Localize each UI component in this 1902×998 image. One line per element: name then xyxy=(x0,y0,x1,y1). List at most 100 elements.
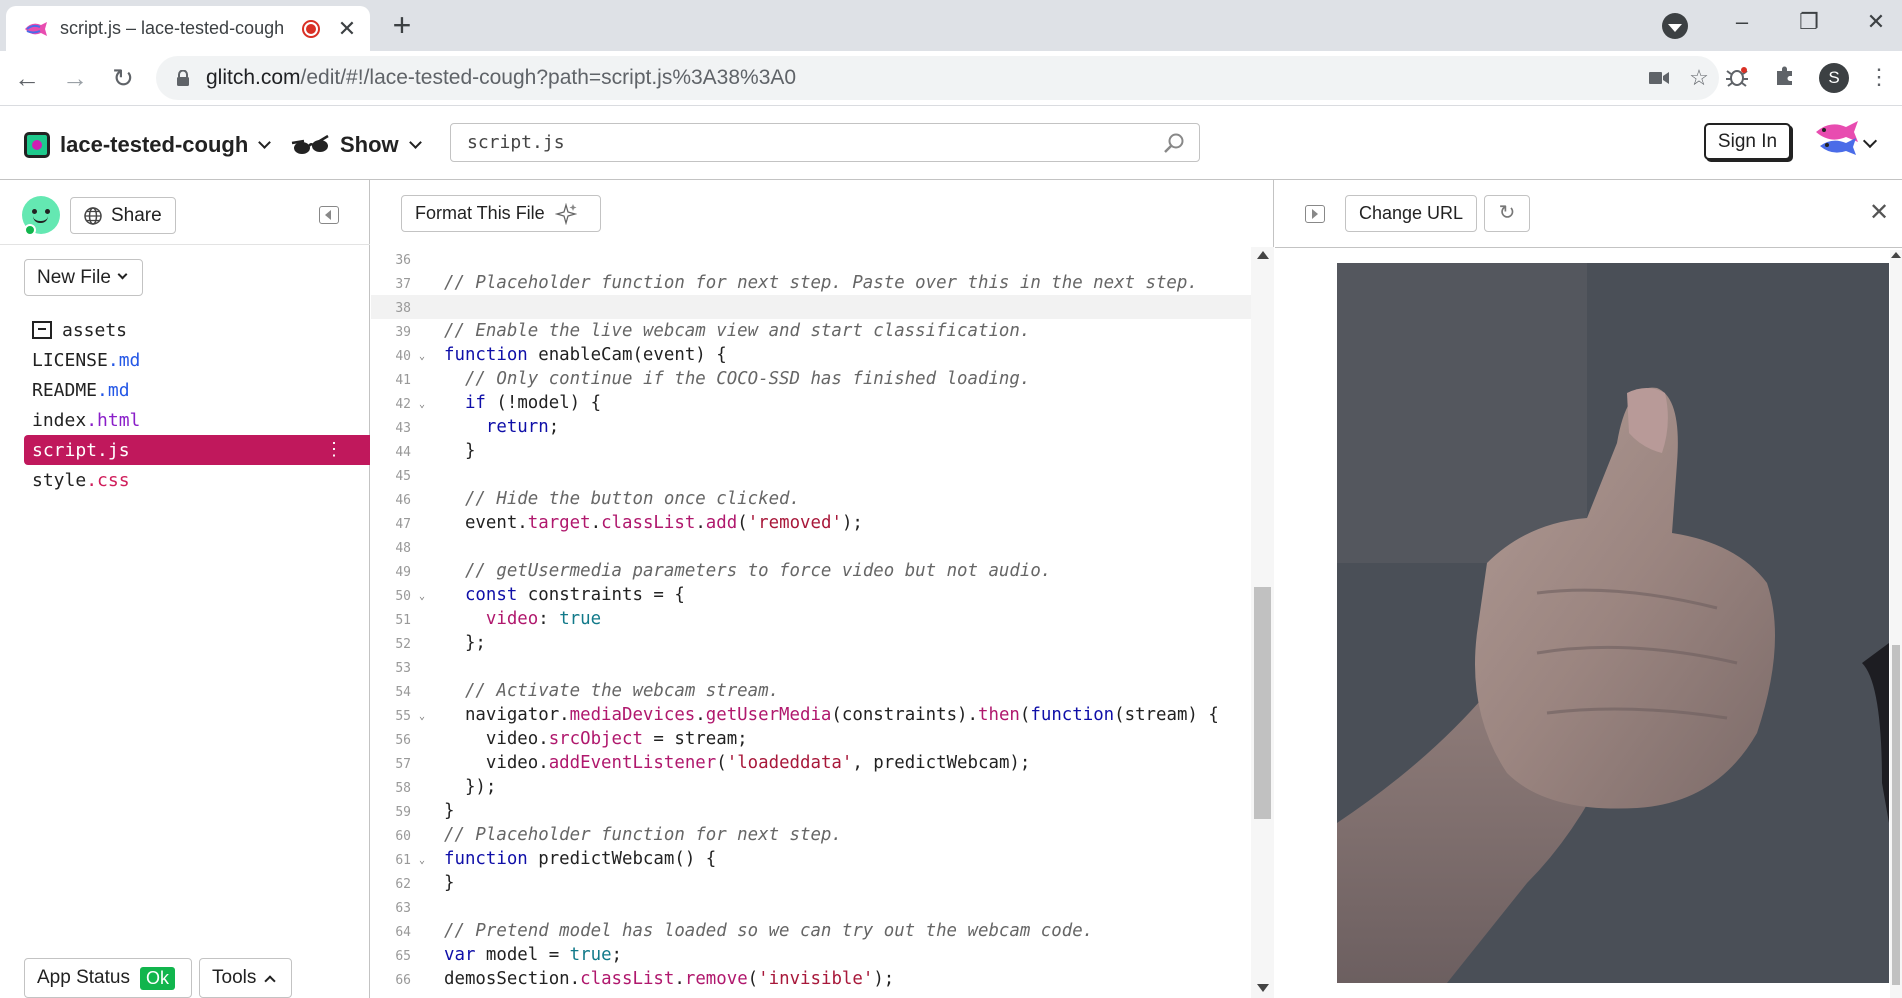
browser-menu-icon[interactable]: ⋮ xyxy=(1868,64,1890,90)
code-area[interactable]: 36 37 // Placeholder function for next ste… xyxy=(371,247,1251,998)
editor-scrollbar[interactable] xyxy=(1251,247,1274,998)
fold-chevron-icon[interactable]: ⌄ xyxy=(419,849,425,873)
code-line[interactable]: 39 // Enable the live webcam view and sta… xyxy=(371,319,1251,343)
address-bar[interactable]: glitch.com/edit/#!/lace-tested-cough?pat… xyxy=(156,56,1719,100)
code-line[interactable]: 48 xyxy=(371,535,1251,559)
bug-extension-icon[interactable] xyxy=(1722,64,1752,94)
file-item-assets[interactable]: assets xyxy=(24,315,370,345)
code-line[interactable]: 42 ⌄ if (!model) { xyxy=(371,391,1251,415)
code-line[interactable]: 38 xyxy=(371,295,1251,319)
code-line[interactable]: 66 demosSection.classList.remove('invisib… xyxy=(371,967,1251,991)
share-button[interactable]: Share xyxy=(70,197,176,234)
glitch-fish-logo-icon[interactable] xyxy=(1812,118,1862,158)
scroll-up-icon[interactable] xyxy=(1257,251,1269,259)
preview-scrollbar[interactable] xyxy=(1890,250,1902,998)
code-line[interactable]: 64 // Pretend model has loaded so we can … xyxy=(371,919,1251,943)
line-number: 64 xyxy=(395,925,411,940)
sign-in-button[interactable]: Sign In xyxy=(1704,123,1791,160)
code-text: } xyxy=(444,441,476,461)
file-item-script[interactable]: script .js ⋮ xyxy=(24,435,370,465)
file-ext: .md xyxy=(107,349,141,371)
line-number: 49 xyxy=(395,565,411,580)
code-line[interactable]: 61 ⌄ function predictWebcam() { xyxy=(371,847,1251,871)
profile-avatar[interactable]: S xyxy=(1819,63,1849,93)
scroll-thumb[interactable] xyxy=(1254,587,1271,819)
code-line[interactable]: 51 video: true xyxy=(371,607,1251,631)
line-number: 44 xyxy=(395,445,411,460)
back-icon[interactable]: ← xyxy=(7,58,47,98)
code-line[interactable]: 63 xyxy=(371,895,1251,919)
change-url-button[interactable]: Change URL xyxy=(1345,195,1477,232)
browser-tab[interactable]: script.js – lace-tested-cough ✕ xyxy=(6,6,370,51)
file-ext: .css xyxy=(86,469,130,491)
code-line[interactable]: 50 ⌄ const constraints = { xyxy=(371,583,1251,607)
format-file-button[interactable]: Format This File xyxy=(401,195,601,232)
tab-search-icon[interactable] xyxy=(1662,13,1688,39)
code-line[interactable]: 55 ⌄ navigator.mediaDevices.getUserMedia(… xyxy=(371,703,1251,727)
close-preview-icon[interactable]: ✕ xyxy=(1869,198,1889,227)
bookmark-star-icon[interactable]: ☆ xyxy=(1679,65,1719,91)
camera-icon[interactable] xyxy=(1639,65,1679,91)
new-file-button[interactable]: New File xyxy=(24,259,143,296)
tools-button[interactable]: Tools xyxy=(199,958,292,998)
account-chevron-down-icon[interactable] xyxy=(1862,133,1878,149)
window-close-icon[interactable]: ✕ xyxy=(1854,4,1898,40)
app-status-button[interactable]: App Status Ok xyxy=(24,958,192,998)
line-number: 40 ⌄ xyxy=(371,345,425,369)
code-line[interactable]: 43 return; xyxy=(371,415,1251,439)
glitch-header: lace-tested-cough Show script.js Sign In xyxy=(0,106,1902,180)
code-line[interactable]: 37 // Placeholder function for next step.… xyxy=(371,271,1251,295)
line-number: 65 xyxy=(395,949,411,964)
code-line[interactable]: 45 xyxy=(371,463,1251,487)
code-line[interactable]: 46 // Hide the button once clicked. xyxy=(371,487,1251,511)
file-item-readme[interactable]: README .md xyxy=(24,375,370,405)
collapse-sidebar-icon[interactable] xyxy=(319,206,339,224)
code-line[interactable]: 58 }); xyxy=(371,775,1251,799)
online-status-dot xyxy=(24,224,36,236)
scroll-up-icon[interactable] xyxy=(1891,252,1901,258)
refresh-icon[interactable]: ↻ xyxy=(1484,195,1530,232)
code-text: } xyxy=(444,801,455,821)
file-item-style[interactable]: style .css xyxy=(24,465,370,495)
reload-icon[interactable]: ↻ xyxy=(103,58,143,98)
line-number: 45 xyxy=(395,469,411,484)
file-item-index[interactable]: index .html xyxy=(24,405,370,435)
new-tab-button[interactable]: + xyxy=(384,8,420,44)
fold-chevron-icon[interactable]: ⌄ xyxy=(419,393,425,417)
code-line[interactable]: 57 video.addEventListener('loadeddata', … xyxy=(371,751,1251,775)
code-line[interactable]: 52 }; xyxy=(371,631,1251,655)
extensions-puzzle-icon[interactable] xyxy=(1770,64,1800,94)
line-number: 52 xyxy=(395,637,411,652)
code-line[interactable]: 62} xyxy=(371,871,1251,895)
fold-chevron-icon[interactable]: ⌄ xyxy=(419,585,425,609)
minimize-icon[interactable]: – xyxy=(1720,4,1764,40)
code-line[interactable]: 54 // Activate the webcam stream. xyxy=(371,679,1251,703)
fold-chevron-icon[interactable]: ⌄ xyxy=(419,345,425,369)
file-item-license[interactable]: LICENSE .md xyxy=(24,345,370,375)
close-tab-icon[interactable]: ✕ xyxy=(336,16,358,42)
file-options-icon[interactable]: ⋮ xyxy=(325,439,343,460)
show-menu[interactable]: Show xyxy=(290,132,422,158)
code-line[interactable]: 59} xyxy=(371,799,1251,823)
code-line[interactable]: 47 event.target.classList.add('removed')… xyxy=(371,511,1251,535)
code-line[interactable]: 60 // Placeholder function for next step. xyxy=(371,823,1251,847)
code-line[interactable]: 44 } xyxy=(371,439,1251,463)
code-line[interactable]: 49 // getUsermedia parameters to force v… xyxy=(371,559,1251,583)
file-search-input[interactable]: script.js xyxy=(450,123,1200,162)
code-line[interactable]: 56 video.srcObject = stream; xyxy=(371,727,1251,751)
code-line[interactable]: 53 xyxy=(371,655,1251,679)
preview-play-icon[interactable] xyxy=(1305,205,1325,223)
code-line[interactable]: 40 ⌄ function enableCam(event) { xyxy=(371,343,1251,367)
fold-chevron-icon[interactable]: ⌄ xyxy=(419,705,425,729)
project-menu[interactable]: lace-tested-cough xyxy=(24,132,272,158)
url-text: glitch.com/edit/#!/lace-tested-cough?pat… xyxy=(206,66,797,89)
code-line[interactable]: 65 var model = true; xyxy=(371,943,1251,967)
code-line[interactable]: 36 xyxy=(371,247,1251,271)
scroll-thumb[interactable] xyxy=(1892,645,1900,985)
forward-icon[interactable]: → xyxy=(55,58,95,98)
line-number: 60 xyxy=(395,829,411,844)
code-line[interactable]: 41 // Only continue if the COCO-SSD has … xyxy=(371,367,1251,391)
restore-icon[interactable]: ❐ xyxy=(1787,4,1831,40)
scroll-down-icon[interactable] xyxy=(1257,984,1269,992)
code-text: // Enable the live webcam view and start… xyxy=(444,321,1031,341)
